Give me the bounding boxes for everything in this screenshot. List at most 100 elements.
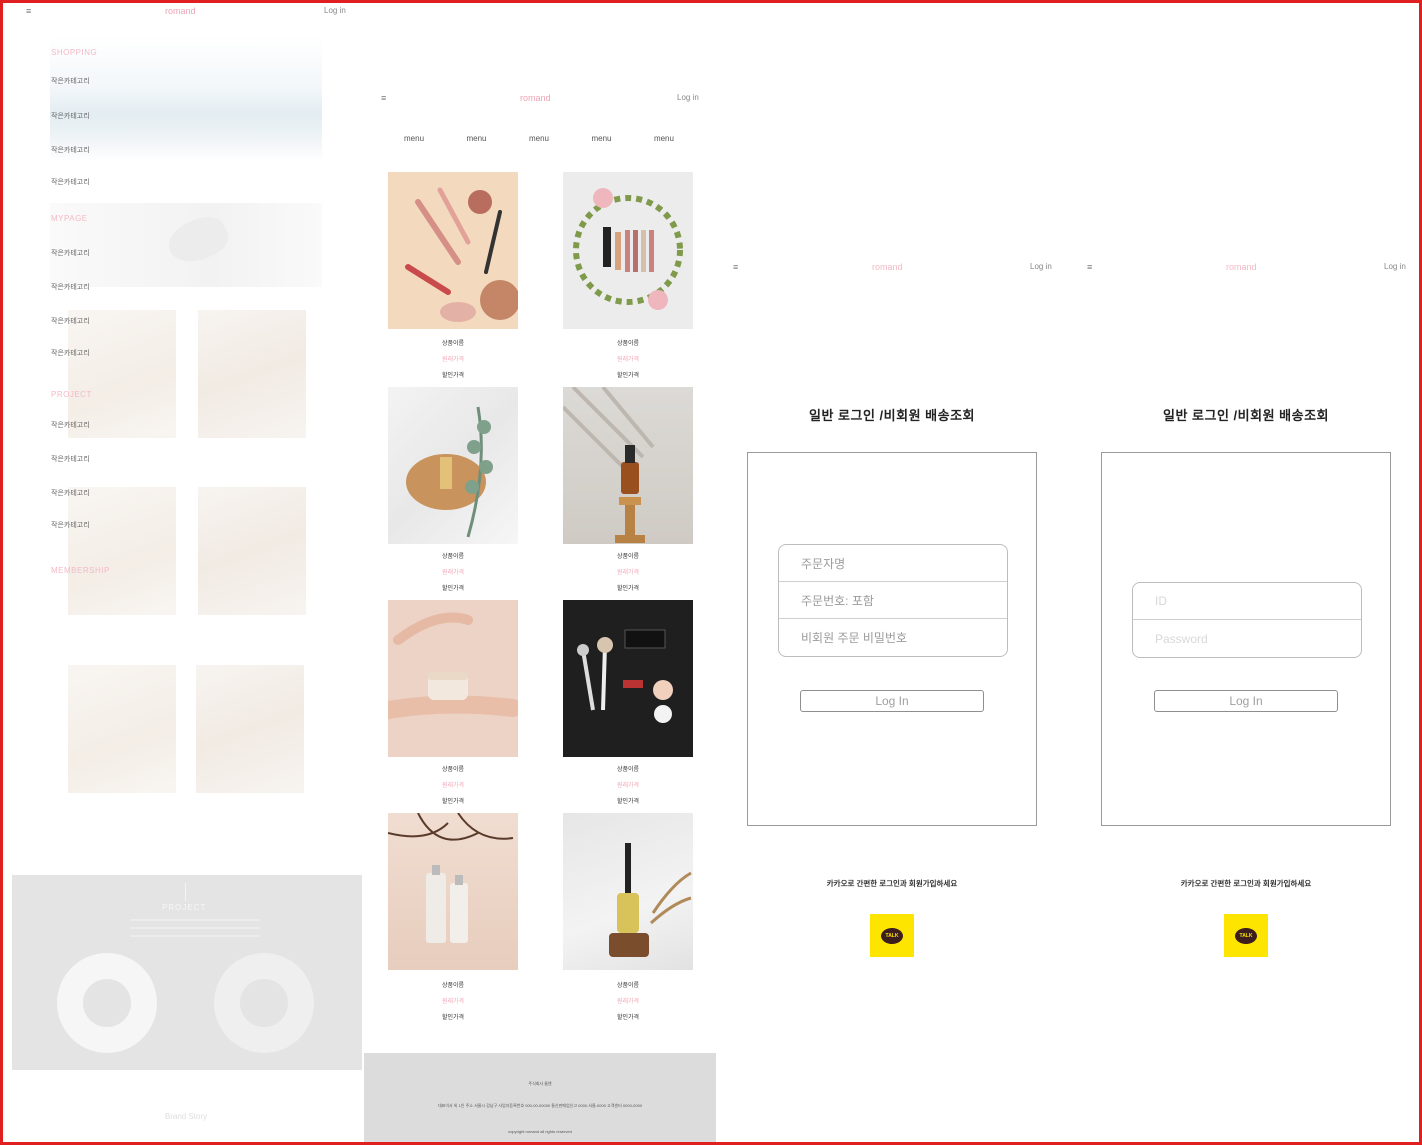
menu-item[interactable]: 작은카테고리	[51, 348, 90, 358]
site-footer: 주식회사 롬앤 대표이사 외 1인 주소 서울시 강남구 사업자등록번호 000…	[364, 1053, 716, 1145]
product-name[interactable]: 상품이름	[388, 338, 518, 347]
cream-swatch-image	[162, 209, 234, 271]
password-input[interactable]: Password	[1133, 620, 1361, 657]
product-sale-price: 할인가격	[441, 373, 465, 379]
placeholder-line	[130, 935, 260, 937]
product-sale-price: 할인가격	[616, 1015, 640, 1021]
bg-thumb	[198, 310, 306, 438]
menu-item[interactable]: 작은카테고리	[51, 316, 90, 326]
kakao-login-button[interactable]: TALK	[870, 914, 914, 957]
project-section: PROJECT	[12, 875, 362, 1070]
product-sale-price: 할인가격	[441, 799, 465, 805]
login-link[interactable]: Log in	[1030, 262, 1052, 271]
kakao-talk-icon: TALK	[881, 927, 903, 944]
product-image-dropper-bottle[interactable]	[563, 813, 693, 970]
menu-item[interactable]: 작은카테고리	[51, 420, 90, 430]
product-image-flower-wreath[interactable]	[563, 172, 693, 329]
id-input[interactable]: ID	[1133, 583, 1361, 620]
product-sale-price: 할인가격	[616, 586, 640, 592]
logo[interactable]: romand	[1226, 262, 1257, 272]
bg-thumb	[198, 487, 306, 615]
wreath-illustration	[573, 188, 683, 310]
cream-jar-illustration	[388, 612, 518, 719]
login-card: 주문자명 주문번호: 포함 비회원 주문 비밀번호 Log In	[747, 452, 1037, 826]
menu-item[interactable]: 작은카테고리	[51, 520, 90, 530]
black-set-illustration	[577, 629, 673, 723]
menu-item[interactable]: 작은카테고리	[51, 282, 90, 292]
hamburger-icon[interactable]: ≡	[1087, 262, 1092, 272]
nav-item[interactable]: menu	[404, 134, 424, 143]
menu-item[interactable]: 작은카테고리	[51, 145, 90, 155]
login-button[interactable]: Log In	[1154, 690, 1338, 712]
nav-item[interactable]: menu	[529, 134, 549, 143]
menu-section-membership[interactable]: MEMBERSHIP	[51, 566, 110, 575]
hamburger-icon[interactable]: ≡	[26, 6, 31, 16]
hamburger-icon[interactable]: ≡	[381, 93, 386, 103]
menu-item[interactable]: 작은카테고리	[51, 177, 90, 187]
brushes-illustration	[405, 187, 518, 322]
hamburger-icon[interactable]: ≡	[733, 262, 738, 272]
product-image-cream-jar-hand[interactable]	[388, 600, 518, 757]
kakao-login-button[interactable]: TALK	[1224, 914, 1268, 957]
orderer-name-input[interactable]: 주문자명	[779, 545, 1007, 582]
bg-thumb	[68, 487, 176, 615]
menu-item[interactable]: 작은카테고리	[51, 248, 90, 258]
product-sale-price: 할인가격	[441, 1015, 465, 1021]
brand-story-text: Brand Story	[164, 1112, 208, 1121]
menu-section-shopping[interactable]: SHOPPING	[51, 48, 97, 57]
product-name[interactable]: 상품이름	[563, 338, 693, 347]
menu-section-project[interactable]: PROJECT	[51, 390, 92, 399]
kakao-promo-text: 카카오로 간편한 로그인과 회원가입하세요	[1180, 879, 1312, 888]
menu-item[interactable]: 작은카테고리	[51, 76, 90, 86]
login-link[interactable]: Log in	[324, 6, 346, 15]
order-password-input[interactable]: 비회원 주문 비밀번호	[779, 619, 1007, 656]
order-number-input[interactable]: 주문번호: 포함	[779, 582, 1007, 619]
menu-item[interactable]: 작은카테고리	[51, 111, 90, 121]
logo[interactable]: romand	[520, 93, 551, 103]
product-name[interactable]: 상품이름	[563, 980, 693, 989]
menu-item[interactable]: 작은카테고리	[51, 454, 90, 464]
product-name[interactable]: 상품이름	[563, 764, 693, 773]
project-ring-image	[57, 953, 157, 1053]
login-link[interactable]: Log in	[677, 93, 699, 102]
footer-info: 대표이사 외 1인 주소 서울시 강남구 사업자등록번호 000-00-0000…	[437, 1103, 643, 1108]
product-price: 원래가격	[441, 999, 465, 1005]
product-image-branch-bottles[interactable]	[388, 813, 518, 970]
product-price: 원래가격	[441, 357, 465, 363]
bg-thumb	[196, 665, 304, 793]
product-name[interactable]: 상품이름	[563, 551, 693, 560]
project-title: PROJECT	[162, 903, 207, 912]
product-image-black-makeup-set[interactable]	[563, 600, 693, 757]
nav-item[interactable]: menu	[591, 134, 611, 143]
login-button[interactable]: Log In	[800, 690, 984, 712]
product-name[interactable]: 상품이름	[388, 980, 518, 989]
product-price: 원래가격	[616, 999, 640, 1005]
logo[interactable]: romand	[872, 262, 903, 272]
member-login-fields: ID Password	[1132, 582, 1362, 658]
login-link[interactable]: Log in	[1384, 262, 1406, 271]
product-image-makeup-brushes[interactable]	[388, 172, 518, 329]
dropper-illustration	[609, 843, 692, 957]
product-name[interactable]: 상품이름	[388, 764, 518, 773]
nav-item[interactable]: menu	[654, 134, 674, 143]
menu-section-mypage[interactable]: MYPAGE	[51, 214, 88, 223]
bg-thumb	[68, 665, 176, 793]
nav-item[interactable]: menu	[466, 134, 486, 143]
footer-company: 주식회사 롬앤	[528, 1081, 552, 1086]
product-sale-price: 할인가격	[616, 799, 640, 805]
serum-illustration	[406, 406, 493, 538]
kakao-talk-icon: TALK	[1235, 927, 1257, 944]
menu-item[interactable]: 작은카테고리	[51, 488, 90, 498]
login-title: 일반 로그인 /비회원 배송조회	[809, 408, 975, 423]
top-nav: menu menu menu menu menu	[404, 134, 674, 143]
logo[interactable]: romand	[165, 6, 196, 16]
product-image-amber-bottle[interactable]	[563, 387, 693, 544]
login-title: 일반 로그인 /비회원 배송조회	[1163, 408, 1329, 423]
product-image-serum-eucalyptus[interactable]	[388, 387, 518, 544]
product-price: 원래가격	[441, 570, 465, 576]
order-lookup-fields: 주문자명 주문번호: 포함 비회원 주문 비밀번호	[778, 544, 1008, 657]
amber-bottle-illustration	[563, 387, 655, 543]
product-name[interactable]: 상품이름	[388, 551, 518, 560]
product-price: 원래가격	[441, 783, 465, 789]
branch-bottles-illustration	[388, 813, 514, 943]
